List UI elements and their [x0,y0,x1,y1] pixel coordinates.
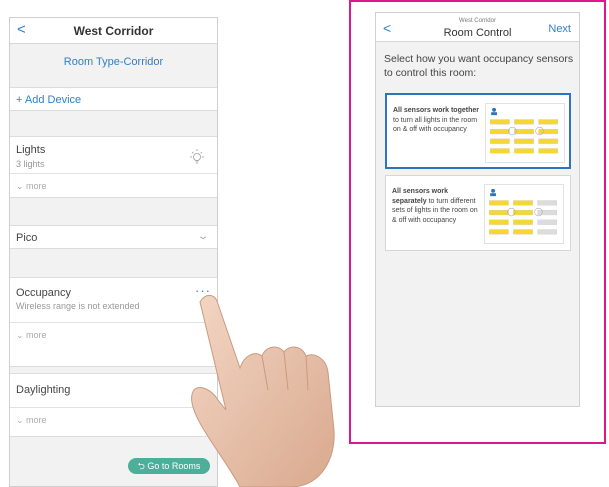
option-together-bold: All sensors work together [393,107,479,114]
return-arrow-icon: ⮌ [137,461,145,471]
lights-divider [10,173,217,174]
person-icon [492,107,496,112]
right-header: < West Corridor Room Control Next [376,13,579,42]
light-fixture [537,229,558,235]
light-fixture [514,138,534,144]
lights-title: Lights [16,144,46,156]
option-together-rest: to turn all lights in the room on & off … [393,116,478,134]
light-fixture [514,128,534,135]
next-button[interactable]: Next [548,23,571,35]
light-fixture [489,219,509,225]
light-fixture [490,119,510,125]
add-device-label: + Add Device [16,94,82,106]
lights-section[interactable]: Lights 3 lights ⌄ more [10,136,217,198]
sensors-together-diagram [485,103,565,163]
light-fixture [490,138,510,144]
person-icon [491,188,495,193]
light-fixture [489,209,509,216]
person-icon-body [490,193,496,197]
light-fixture [514,148,534,154]
occupancy-status: Wireless range is not extended [16,301,140,311]
sensors-separately-diagram [484,184,564,244]
occupancy-more-link[interactable]: ⌄ more [16,330,47,341]
left-header: < West Corridor [10,18,217,44]
daylighting-more-link[interactable]: ⌄ more [16,415,47,426]
occupancy-more-label: more [26,330,47,340]
light-fixture [490,148,510,154]
instruction-text: Select how you want occupancy sensors to… [384,53,574,79]
light-fixture [513,200,533,206]
light-fixture [513,209,533,216]
composite-stage: < West Corridor Room Type-Corridor + Add… [0,0,609,487]
room-title: West Corridor [73,24,154,38]
light-fixture [537,209,558,216]
option-together-text: All sensors work together to turn all li… [393,106,481,135]
lights-more-link[interactable]: ⌄ more [16,181,47,192]
light-fixture [538,138,559,144]
light-fixture [537,200,558,206]
daylighting-more-label: more [26,415,47,425]
option-separately-text: All sensors work separately to turn diff… [392,187,480,225]
add-device-row[interactable]: + Add Device [10,87,217,111]
light-bulb-icon [190,149,204,164]
light-fixture [513,219,533,225]
daylighting-title: Daylighting [16,384,71,396]
lights-count: 3 lights [16,159,45,169]
occupancy-title: Occupancy [16,287,72,299]
light-fixture [490,128,510,135]
room-control-screen: < West Corridor Room Control Next Select… [375,12,580,407]
pico-row[interactable]: Pico ⌄ [10,225,217,249]
light-fixture [489,200,509,206]
light-fixture [513,229,533,235]
light-fixture [514,119,534,125]
light-fixture [538,128,559,135]
light-fixture [489,229,509,235]
chevron-down-icon: ⌄ [196,231,210,242]
option-together-card[interactable]: All sensors work together to turn all li… [385,93,571,169]
person-icon-body [491,112,497,116]
light-fixture [537,219,558,225]
light-fixture [538,119,559,125]
pico-title: Pico [16,232,38,244]
room-type-link[interactable]: Room Type-Corridor [10,56,217,68]
light-fixture [538,148,559,154]
pointing-hand-image [191,295,335,487]
option-separately-card[interactable]: All sensors work separately to turn diff… [385,175,571,251]
lights-more-label: more [26,181,47,191]
